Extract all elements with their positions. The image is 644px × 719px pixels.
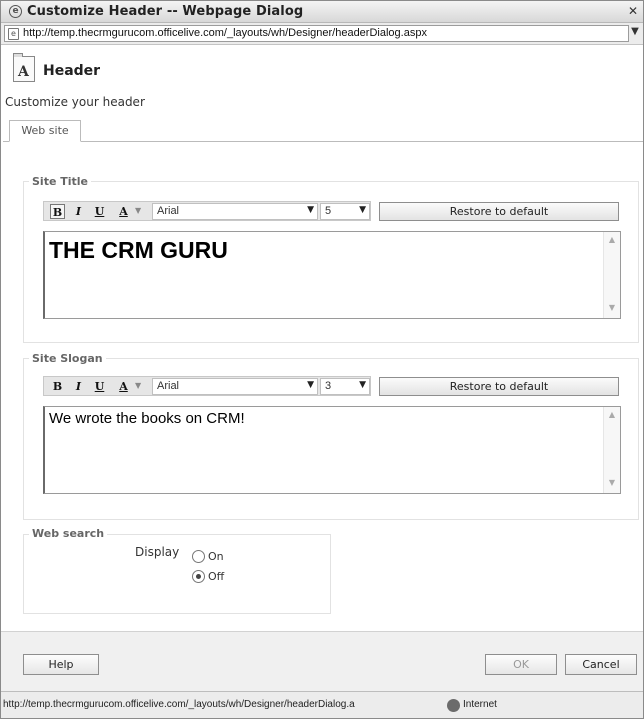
- address-bar: e http://temp.thecrmgurucom.officelive.c…: [1, 23, 643, 45]
- font-color-chevron-icon[interactable]: ▼: [135, 381, 141, 390]
- radio-off-label: Off: [208, 570, 225, 583]
- status-text: http://temp.thecrmgurucom.officelive.com…: [3, 699, 355, 710]
- italic-button[interactable]: I: [71, 204, 86, 219]
- dialog-window: e Customize Header -- Webpage Dialog ✕ e…: [0, 0, 644, 719]
- site-slogan-toolbar: B I U A ▼ Arial ▼ 3 ▼: [43, 376, 371, 396]
- radio-on[interactable]: [192, 550, 205, 563]
- ok-button[interactable]: OK: [485, 654, 557, 675]
- scroll-up-icon[interactable]: ▲: [606, 235, 618, 247]
- site-title-text: THE CRM GURU: [49, 237, 228, 263]
- chevron-down-icon: ▼: [307, 380, 314, 390]
- tab-web-site[interactable]: Web site: [9, 120, 81, 142]
- font-color-button[interactable]: A: [116, 379, 131, 394]
- font-family-select[interactable]: Arial ▼: [152, 203, 318, 220]
- radio-off[interactable]: [192, 570, 205, 583]
- header-description: Customize your header: [5, 95, 145, 109]
- font-color-chevron-icon[interactable]: ▼: [135, 206, 141, 215]
- dialog-footer: Help OK Cancel: [1, 631, 643, 691]
- tab-strip: [3, 141, 643, 142]
- chevron-down-icon: ▼: [359, 205, 366, 215]
- close-icon[interactable]: ✕: [625, 3, 641, 19]
- scrollbar[interactable]: ▲ ▼: [603, 232, 620, 318]
- ie-logo-icon: e: [9, 5, 22, 18]
- header-font-icon: A: [13, 53, 35, 82]
- font-family-select[interactable]: Arial ▼: [152, 378, 318, 395]
- header-title: Header: [43, 63, 101, 79]
- scroll-down-icon[interactable]: ▼: [606, 478, 618, 490]
- display-label: Display: [135, 545, 180, 559]
- globe-icon: [447, 699, 460, 712]
- site-title-editor[interactable]: THE CRM GURU ▲ ▼: [43, 231, 621, 319]
- site-title-legend: Site Title: [29, 175, 92, 188]
- title-bar: e Customize Header -- Webpage Dialog ✕: [1, 1, 643, 23]
- security-zone-label: Internet: [463, 699, 497, 710]
- help-button[interactable]: Help: [23, 654, 99, 675]
- underline-button[interactable]: U: [92, 379, 107, 394]
- font-color-button[interactable]: A: [116, 204, 131, 219]
- scrollbar[interactable]: ▲ ▼: [603, 407, 620, 493]
- site-slogan-restore-button[interactable]: Restore to default: [379, 377, 619, 396]
- site-slogan-text: We wrote the books on CRM!: [49, 410, 245, 427]
- site-title-restore-button[interactable]: Restore to default: [379, 202, 619, 221]
- cancel-button[interactable]: Cancel: [565, 654, 637, 675]
- page-icon: e: [8, 28, 19, 40]
- scroll-up-icon[interactable]: ▲: [606, 410, 618, 422]
- bold-button[interactable]: B: [50, 204, 65, 219]
- chevron-down-icon: ▼: [359, 380, 366, 390]
- web-search-legend: Web search: [29, 527, 108, 540]
- underline-button[interactable]: U: [92, 204, 107, 219]
- radio-on-label: On: [208, 550, 224, 563]
- chevron-down-icon: ▼: [307, 205, 314, 215]
- site-slogan-legend: Site Slogan: [29, 352, 106, 365]
- bold-button[interactable]: B: [50, 379, 65, 394]
- font-size-select[interactable]: 5 ▼: [320, 203, 370, 220]
- status-bar: http://temp.thecrmgurucom.officelive.com…: [1, 691, 643, 718]
- font-size-select[interactable]: 3 ▼: [320, 378, 370, 395]
- site-slogan-editor[interactable]: We wrote the books on CRM! ▲ ▼: [43, 406, 621, 494]
- site-title-toolbar: B I U A ▼ Arial ▼ 5 ▼: [43, 201, 371, 221]
- italic-button[interactable]: I: [71, 379, 86, 394]
- address-url: http://temp.thecrmgurucom.officelive.com…: [23, 27, 427, 39]
- scroll-down-icon[interactable]: ▼: [606, 303, 618, 315]
- chevron-down-icon[interactable]: ▼: [629, 26, 641, 42]
- address-field[interactable]: e http://temp.thecrmgurucom.officelive.c…: [4, 25, 629, 42]
- window-title: Customize Header -- Webpage Dialog: [27, 4, 304, 19]
